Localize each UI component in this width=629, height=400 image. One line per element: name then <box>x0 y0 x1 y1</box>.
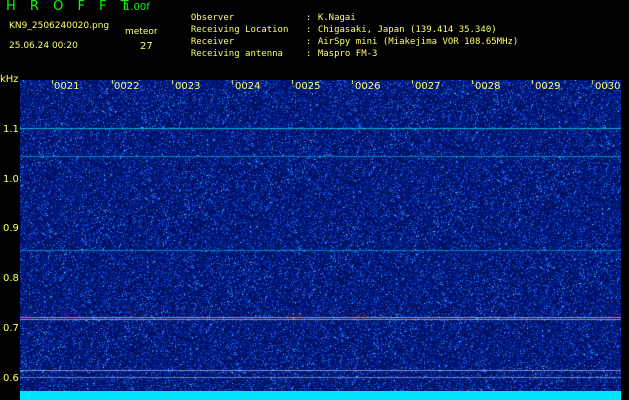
waterfall-canvas <box>20 80 621 398</box>
file-name: KN9_2506240020.png <box>9 21 110 31</box>
meteor-label: meteor <box>125 27 158 37</box>
x-tick-label: 0030 <box>595 81 621 92</box>
y-tick-label: 0.6 <box>3 373 19 384</box>
x-tick-label: 0024 <box>235 81 261 92</box>
x-tick-label: 0029 <box>535 81 561 92</box>
x-tick-label: 0028 <box>475 81 501 92</box>
x-tick-label: 0026 <box>355 81 381 92</box>
app-title: H R O F F T <box>6 0 134 14</box>
x-tick-label: 0023 <box>175 81 201 92</box>
x-tick-label: 0027 <box>415 81 441 92</box>
x-tick-label: 0022 <box>114 81 140 92</box>
bottom-intensity-strip <box>20 391 621 400</box>
version-label: 1.00f <box>124 2 150 13</box>
timestamp: 25.06.24 00:20 <box>9 41 78 51</box>
y-tick-label: 0.8 <box>3 273 19 284</box>
x-tick-label: 0021 <box>54 81 80 92</box>
y-tick-label: 0.9 <box>3 223 19 234</box>
info-value: Maspro FM-3 <box>317 49 378 59</box>
info-row-antenna: Receiving antenna: Maspro FM-3 <box>180 39 378 59</box>
waterfall-plot[interactable]: 0021 0022 0023 0024 0025 0026 0027 0028 … <box>20 80 621 398</box>
y-axis-unit: kHz <box>0 74 19 85</box>
x-tick-label: 0025 <box>295 81 321 92</box>
meteor-count: 27 <box>140 41 153 52</box>
y-tick-label: 0.7 <box>3 323 19 334</box>
y-tick-label: 1.0 <box>3 174 19 185</box>
info-separator: : <box>305 49 312 59</box>
y-tick-label: 1.1 <box>3 124 19 135</box>
info-key: Receiving antenna <box>190 49 283 59</box>
